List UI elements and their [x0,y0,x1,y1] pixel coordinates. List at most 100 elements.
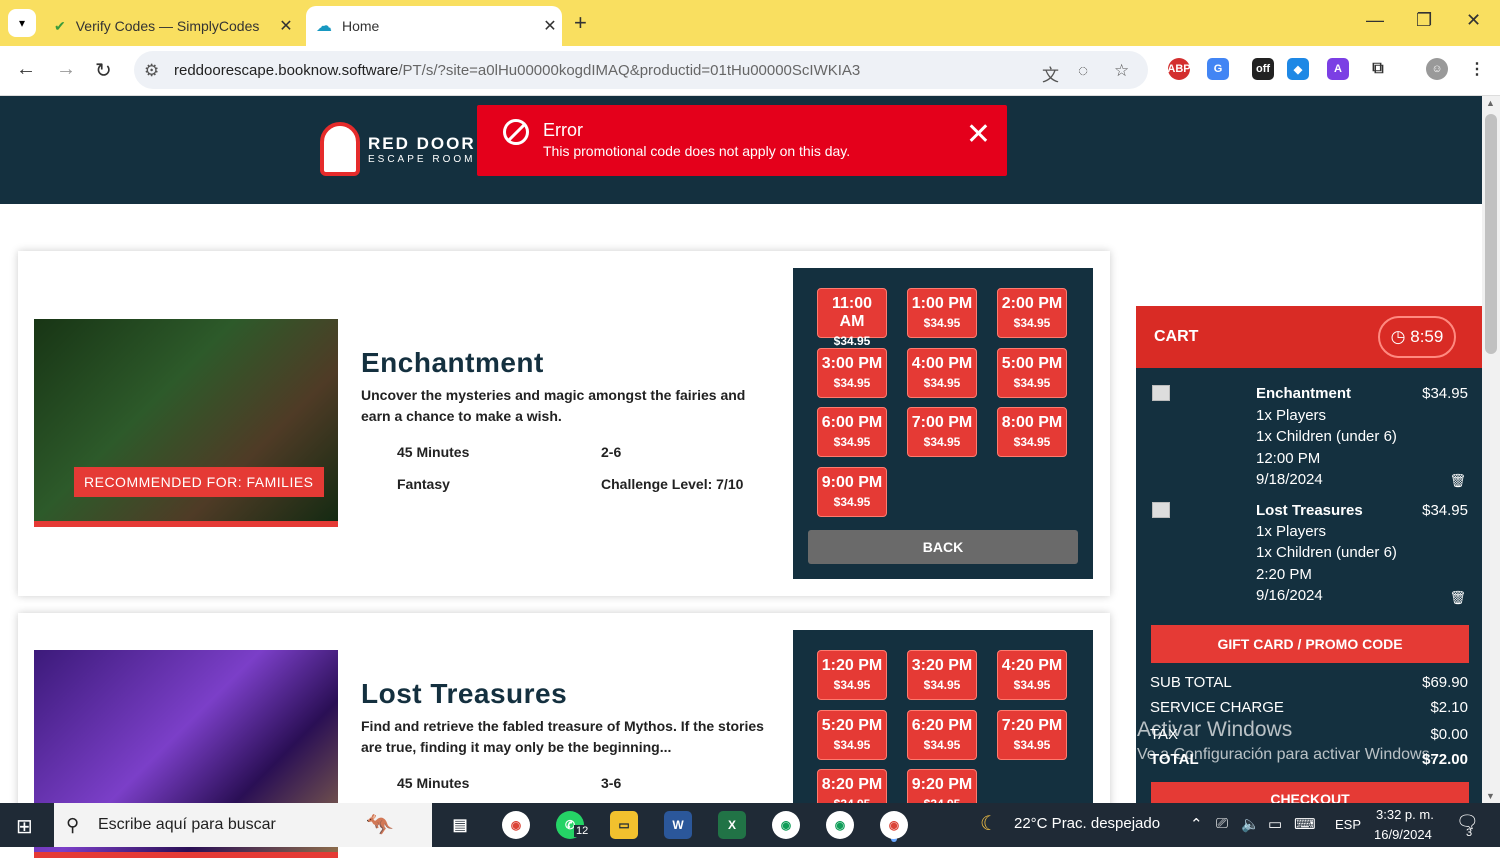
chrome-icon[interactable]: ◉ [502,811,530,839]
red-door-logo[interactable]: RED DOOR ESCAPE ROOM [320,122,476,176]
game-title: Enchantment [361,347,544,378]
time-slot-button[interactable]: 6:00 PM $34.95 [817,407,887,457]
time-slot-button[interactable]: 8:00 PM $34.95 [997,407,1067,457]
chrome-active-icon[interactable]: ◉ [880,811,908,839]
logo-line2: ESCAPE ROOM [368,153,476,165]
new-tab-icon[interactable]: + [574,10,587,36]
meet-icon[interactable]: ⎚ [1216,815,1228,832]
chrome-profile-icon[interactable]: ◉ [772,811,800,839]
time-slot-panel: 11:00 AM $34.95 1:00 PM $34.95 2:00 PM $34.… [793,268,1093,579]
back-button[interactable]: BACK [808,530,1078,564]
service-charge-row: SERVICE CHARGE $2.10 [1150,699,1468,716]
cart-item-price: $34.95 [1422,502,1468,519]
genre: Fantasy [397,476,450,492]
weather-text[interactable]: 22°C Prac. despejado [1014,815,1160,832]
restore-icon[interactable]: ❐ [1416,10,1432,31]
google-translate-icon[interactable]: G [1207,58,1229,80]
tab-home[interactable]: ☁ Home ✕ [306,6,562,46]
file-explorer-icon[interactable]: ▭ [610,811,638,839]
windows-start-icon[interactable]: ⊞ [16,814,33,839]
task-view-icon[interactable]: ▤ [446,811,474,839]
close-tab-icon[interactable]: ✕ [274,16,298,36]
cart-item: Enchantment $34.95 1x Players 1x Childre… [1136,385,1482,495]
cart-header: CART ◷ 8:59 [1136,306,1482,368]
scrollbar-thumb[interactable] [1485,114,1497,354]
site-settings-icon[interactable]: ⚙ [144,61,159,81]
error-prohibited-icon [503,119,529,145]
bookmark-star-icon[interactable]: ☆ [1114,61,1129,81]
time-slot-button[interactable]: 4:20 PM $34.95 [997,650,1067,700]
volume-icon[interactable]: 🔈 [1241,815,1260,833]
cart-item-time: 12:00 PM [1256,450,1321,467]
url-host: reddoorescape.booknow.software [174,61,399,79]
time-slot-button[interactable]: 3:00 PM $34.95 [817,348,887,398]
forward-arrow-icon[interactable]: → [56,58,76,81]
translate-icon[interactable]: 文 [1042,61,1059,86]
page-scrollbar[interactable]: ▲ ▼ [1482,96,1500,803]
cart-timer: ◷ 8:59 [1378,316,1456,358]
tab-search-button[interactable]: ▾ [8,9,36,37]
windows-taskbar: ⊞ ⚲ Escribe aquí para buscar 🦘 ▤ ◉ ✆ 12 … [0,803,1500,847]
eraser-extension-icon[interactable]: ◆ [1287,58,1309,80]
notification-count: 3 [1466,827,1473,839]
cart-item-players: 1x Players [1256,523,1327,540]
off-extension-icon[interactable]: off [1252,58,1274,80]
gift-card-promo-button[interactable]: GIFT CARD / PROMO CODE [1151,625,1469,663]
address-bar[interactable]: ⚙ reddoorescape.booknow.software/PT/s/?s… [134,51,1148,89]
cart-item-children: 1x Children (under 6) [1256,428,1397,445]
time-slot-button[interactable]: 4:00 PM $34.95 [907,348,977,398]
network-icon[interactable]: ▭ [1268,815,1282,833]
profile-avatar[interactable]: ☺ [1426,58,1448,80]
time-slot-button[interactable]: 6:20 PM $34.95 [907,710,977,760]
kangaroo-search-icon: 🦘 [366,812,394,837]
eye-off-icon[interactable]: ◌ [1078,61,1088,81]
time-slot-button[interactable]: 1:00 PM $34.95 [907,288,977,338]
close-tab-icon[interactable]: ✕ [538,16,562,36]
chrome-profile-icon[interactable]: ◉ [826,811,854,839]
a-extension-icon[interactable]: A [1327,58,1349,80]
minimize-icon[interactable]: — [1366,10,1384,31]
time-slot-button[interactable]: 7:20 PM $34.95 [997,710,1067,760]
time-slot-button[interactable]: 9:00 PM $34.95 [817,467,887,517]
cart-item-name: Lost Treasures [1256,502,1363,519]
adblock-icon[interactable]: ABP [1167,58,1191,80]
back-arrow-icon[interactable]: ← [16,58,36,81]
browser-menu-icon[interactable]: ⋮ [1466,58,1488,80]
trash-icon[interactable]: 🗑 [1449,590,1466,606]
extensions-puzzle-icon[interactable]: ⧉ [1367,58,1389,80]
salesforce-cloud-icon: ☁ [316,18,332,35]
keyboard-icon[interactable]: ⌨ [1294,815,1316,833]
word-icon[interactable]: W [664,811,692,839]
trash-icon[interactable]: 🗑 [1449,473,1466,489]
clock-date[interactable]: 16/9/2024 [1374,827,1432,842]
time-slot-button[interactable]: 3:20 PM $34.95 [907,650,977,700]
chevron-up-icon[interactable]: ⌃ [1190,815,1203,833]
time-slot-button[interactable]: 7:00 PM $34.95 [907,407,977,457]
language-indicator[interactable]: ESP [1335,817,1361,832]
close-window-icon[interactable]: ✕ [1466,10,1481,31]
tab-verify-codes[interactable]: ✔ Verify Codes — SimplyCodes ✕ [46,6,298,46]
clock-time[interactable]: 3:32 p. m. [1376,807,1434,822]
players-range: 3-6 [601,775,622,791]
browser-toolbar: ← → ↻ ⚙ reddoorescape.booknow.software/P… [0,46,1500,96]
time-slot-button[interactable]: 11:00 AM $34.95 [817,288,887,348]
scroll-down-icon[interactable]: ▼ [1486,791,1495,801]
subtotal-row: SUB TOTAL $69.90 [1150,674,1468,691]
error-toast: Error This promotional code does not app… [477,105,1007,176]
whatsapp-badge: 12 [574,825,591,837]
close-error-icon[interactable]: ✕ [966,117,991,152]
site-header: RED DOOR ESCAPE ROOM Error This promotio… [0,96,1482,204]
time-slot-button[interactable]: 1:20 PM $34.95 [817,650,887,700]
scroll-up-icon[interactable]: ▲ [1486,98,1495,108]
time-slot-button[interactable]: 5:20 PM $34.95 [817,710,887,760]
checkout-button[interactable]: CHECKOUT [1151,782,1469,803]
weather-icon[interactable]: ☾ [980,811,998,836]
game-photo: RECOMMENDED FOR: FAMILIES [34,319,338,527]
excel-icon[interactable]: X [718,811,746,839]
time-slot-button[interactable]: 2:00 PM $34.95 [997,288,1067,338]
time-slot-button[interactable]: 5:00 PM $34.95 [997,348,1067,398]
taskbar-search-box[interactable]: ⚲ Escribe aquí para buscar 🦘 [54,803,432,847]
search-icon: ⚲ [66,814,80,835]
broken-image-icon [1152,385,1170,401]
reload-icon[interactable]: ↻ [95,58,112,83]
